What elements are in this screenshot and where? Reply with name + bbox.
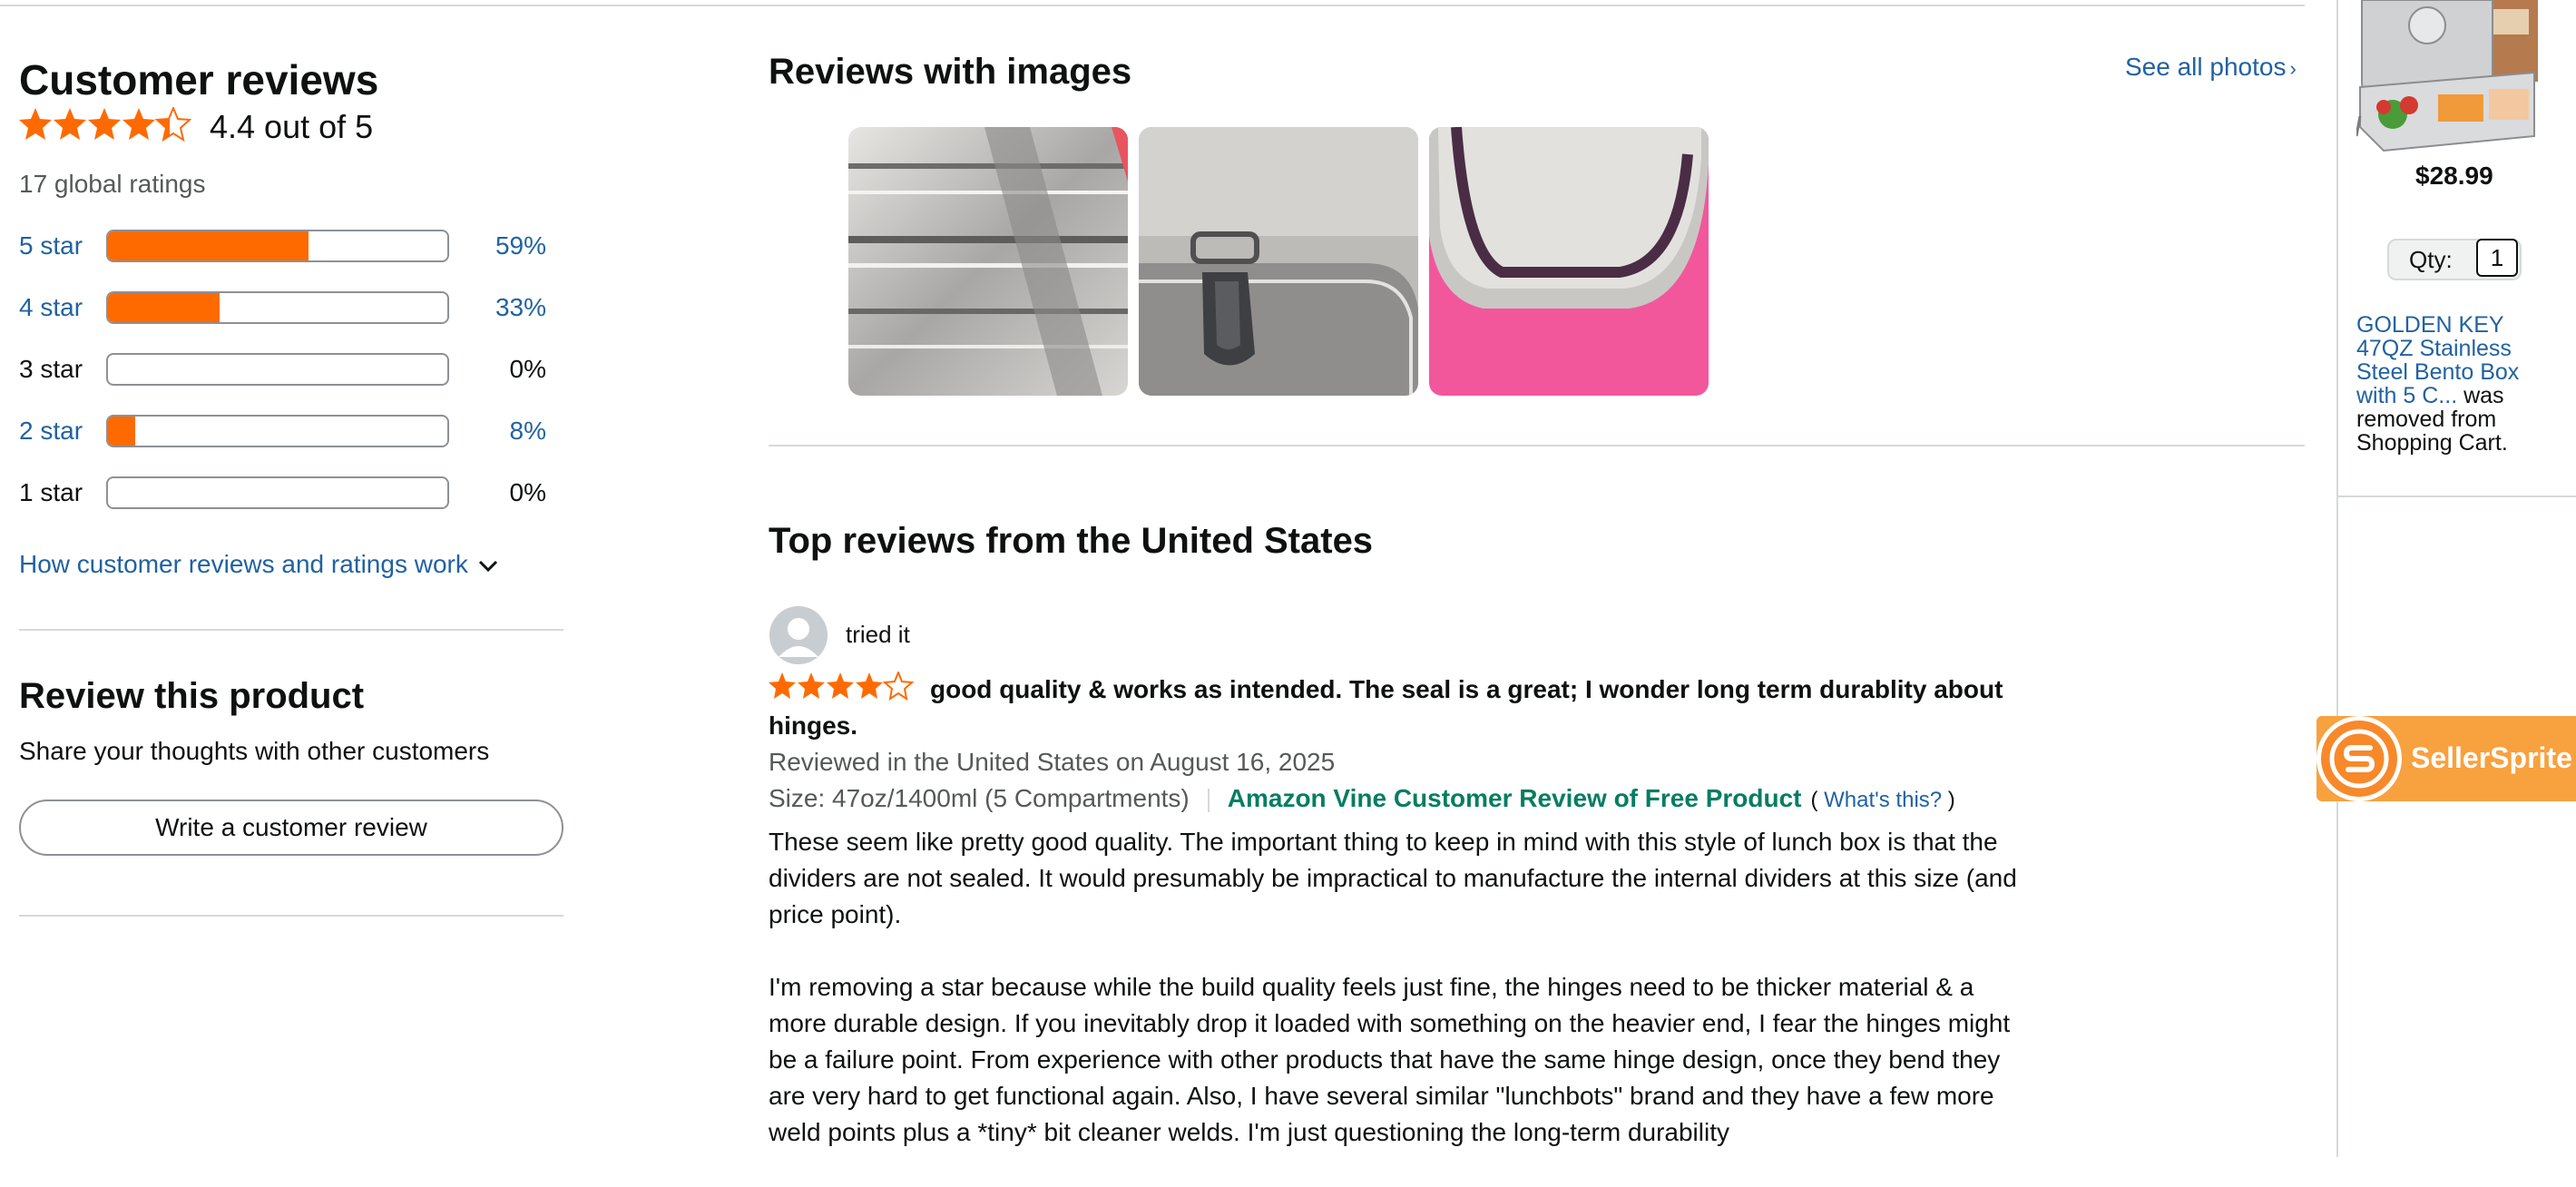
histogram-percent[interactable]: 59% (453, 230, 546, 262)
sellersprite-label[interactable]: SellerSprite (2411, 740, 2572, 776)
review-this-product-heading: Review this product (19, 676, 365, 716)
star-icon (54, 108, 86, 140)
cart-product-image[interactable] (2356, 0, 2538, 152)
reviews-with-images-heading: Reviews with images (769, 52, 1132, 92)
histogram-row-2-star[interactable]: 2 star 8% (19, 413, 563, 449)
star-icon (856, 672, 883, 699)
write-review-button[interactable]: Write a customer review (19, 800, 563, 856)
how-reviews-work-link[interactable]: How customer reviews and ratings work (19, 546, 499, 583)
average-rating-text: 4.4 out of 5 (210, 108, 374, 145)
user-avatar-icon (769, 606, 828, 664)
sellersprite-logo-icon (2316, 716, 2402, 801)
histogram-label[interactable]: 2 star (19, 415, 83, 447)
histogram-row-5-star[interactable]: 5 star 59% (19, 228, 563, 264)
see-all-photos-label[interactable]: See all photos (2125, 53, 2286, 81)
sellersprite-extension-tab[interactable]: SellerSprite (2316, 716, 2576, 801)
histogram-bar[interactable] (106, 291, 449, 324)
review-meta-line: Size: 47oz/1400ml (5 Compartments) Amazon… (769, 782, 1955, 817)
histogram-percent[interactable]: 8% (453, 415, 546, 447)
section-divider (769, 445, 2305, 446)
histogram-bar (106, 353, 449, 386)
reviewer-avatar[interactable] (769, 606, 828, 664)
customer-reviews-heading: Customer reviews (19, 56, 379, 103)
lunch-box-latch-photo (1139, 127, 1418, 396)
star-icon (827, 672, 854, 699)
histogram-bar-fill (108, 417, 135, 446)
product-variant-size[interactable]: Size: 47oz/1400ml (5 Compartments) (769, 784, 1190, 812)
empty-star-icon (882, 672, 914, 701)
histogram-row-3-star: 3 star 0% (19, 351, 563, 387)
section-divider (19, 629, 563, 631)
global-ratings-count: 17 global ratings (19, 170, 206, 198)
histogram-bar (106, 476, 449, 509)
histogram-bar[interactable] (106, 415, 449, 447)
review-image-thumbnail-3[interactable] (1429, 127, 1709, 396)
histogram-bar-fill (108, 231, 309, 260)
meta-separator (1207, 788, 1210, 812)
top-reviews-heading: Top reviews from the United States (769, 521, 1374, 561)
top-divider (0, 5, 2305, 6)
review-image-thumbnail-1[interactable] (848, 127, 1128, 396)
section-divider (19, 915, 563, 917)
share-thoughts-text: Share your thoughts with other customers (19, 737, 490, 765)
review-title[interactable]: good quality & works as intended. The se… (769, 672, 2021, 744)
lunch-box-dividers-photo (848, 127, 1128, 396)
how-reviews-work-label[interactable]: How customer reviews and ratings work (19, 550, 468, 578)
star-icon (88, 108, 121, 140)
whats-this-link[interactable]: What's this? (1824, 788, 1942, 812)
histogram-row-1-star: 1 star 0% (19, 475, 563, 511)
lunch-box-seal-photo (1429, 127, 1709, 396)
chevron-down-icon[interactable] (477, 559, 499, 574)
review-body: These seem like pretty good quality. The… (769, 824, 2021, 1187)
quantity-selector[interactable]: Qty: 1 (2387, 239, 2522, 280)
average-rating-stars-icon[interactable] (19, 107, 191, 143)
quantity-value[interactable]: 1 (2476, 239, 2518, 277)
chevron-right-icon[interactable]: › (2289, 57, 2296, 80)
star-icon (122, 108, 155, 140)
removed-from-cart-message: GOLDEN KEY 47QZ Stainless Steel Bento Bo… (2356, 313, 2538, 455)
review-paragraph: These seem like pretty good quality. The… (769, 828, 2017, 928)
histogram-label[interactable]: 5 star (19, 230, 83, 262)
star-icon (19, 108, 52, 140)
vine-review-badge: Amazon Vine Customer Review of Free Prod… (1227, 784, 1802, 812)
see-all-photos-link[interactable]: See all photos › (2125, 51, 2297, 85)
review-paragraph: I'm removing a star because while the bu… (769, 973, 2011, 1146)
histogram-percent[interactable]: 33% (453, 291, 546, 324)
histogram-bar-fill (108, 293, 220, 322)
review-date: Reviewed in the United States on August … (769, 748, 1336, 776)
reviewer-name[interactable]: tried it (846, 619, 910, 650)
histogram-percent: 0% (509, 478, 546, 506)
histogram-bar[interactable] (106, 230, 449, 262)
quantity-label: Qty: (2409, 246, 2453, 273)
star-icon (769, 672, 796, 699)
histogram-label: 1 star (19, 478, 83, 506)
review-rating-stars-icon[interactable] (769, 672, 914, 702)
cart-product-price: $28.99 (2415, 162, 2493, 190)
sidebar-section-divider (2338, 495, 2576, 497)
histogram-percent: 0% (509, 355, 546, 383)
histogram-label[interactable]: 4 star (19, 291, 83, 324)
histogram-label: 3 star (19, 355, 83, 383)
whats-this-wrapper: ( What's this? ) (1810, 788, 1955, 812)
star-icon (798, 672, 825, 699)
review-image-thumbnail-2[interactable] (1139, 127, 1418, 396)
bento-box-product-photo (2356, 0, 2538, 152)
half-star-icon (154, 107, 191, 142)
sidebar-divider (2336, 0, 2338, 1157)
histogram-row-4-star[interactable]: 4 star 33% (19, 289, 563, 326)
